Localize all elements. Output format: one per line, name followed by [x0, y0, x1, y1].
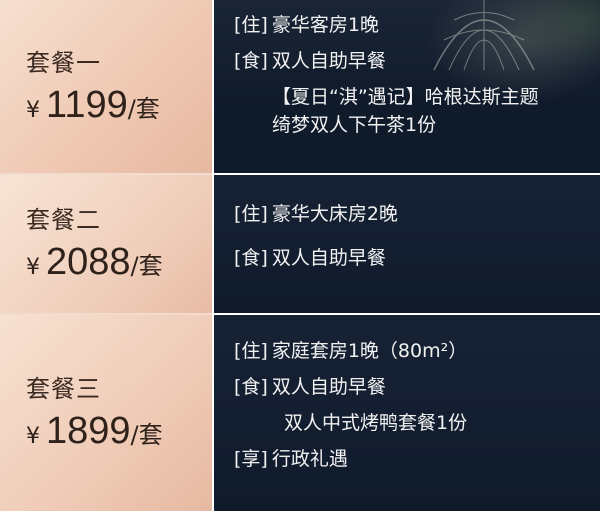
package-2-summary: 套餐二 ¥ 2088 /套	[0, 174, 212, 313]
package-2-price: ¥ 2088 /套	[26, 243, 212, 281]
package-row-1: 套餐一 ¥ 1199 /套 [住] 豪华客房1晚 [食] 双人自助早餐 【夏日“…	[0, 0, 600, 173]
price-unit: /套	[127, 94, 160, 123]
package-3-summary: 套餐三 ¥ 1899 /套	[0, 314, 212, 511]
price-amount: 1899	[46, 410, 131, 453]
package-1-price: ¥ 1199 /套	[26, 86, 212, 124]
currency-symbol: ¥	[26, 255, 40, 280]
item-text: 双人自助早餐	[271, 50, 386, 72]
item-tag: [住]	[234, 202, 268, 225]
item-text: 双人自助早餐	[271, 246, 386, 269]
package-menu: 套餐一 ¥ 1199 /套 [住] 豪华客房1晚 [食] 双人自助早餐 【夏日“…	[0, 0, 600, 511]
package-3-item-food: [食] 双人自助早餐	[234, 374, 580, 400]
item-text: 双人中式烤鸭套餐1份	[284, 411, 468, 434]
package-3-item-stay: [住] 家庭套房1晚（80m²）	[234, 338, 580, 364]
item-tag: [食]	[234, 375, 268, 398]
item-tag: [享]	[234, 447, 268, 470]
package-2-details: [住] 豪华大床房2晚 [食] 双人自助早餐	[214, 174, 600, 313]
price-unit: /套	[130, 252, 163, 280]
item-tag: [住]	[234, 14, 268, 36]
package-3-name: 套餐三	[26, 375, 101, 404]
item-text: 行政礼遇	[271, 447, 348, 470]
item-text: 双人自助早餐	[271, 375, 386, 398]
price-unit: /套	[130, 421, 163, 450]
package-2-item-stay: [住] 豪华大床房2晚	[234, 201, 580, 227]
package-3-item-dinner: 双人中式烤鸭套餐1份	[234, 410, 580, 436]
item-text: 豪华大床房2晚	[271, 202, 398, 225]
price-amount: 2088	[46, 241, 131, 283]
package-2-name: 套餐二	[26, 206, 101, 235]
currency-symbol: ¥	[26, 97, 40, 123]
package-1-summary: 套餐一 ¥ 1199 /套	[0, 0, 212, 173]
package-row-2: 套餐二 ¥ 2088 /套 [住] 豪华大床房2晚 [食] 双人自助早餐	[0, 174, 600, 313]
item-text: 家庭套房1晚（80m²）	[271, 339, 468, 362]
currency-symbol: ¥	[26, 424, 40, 450]
item-tag: [住]	[234, 339, 268, 362]
item-tag: [食]	[234, 246, 268, 269]
price-amount: 1199	[46, 83, 128, 126]
package-1-note-line-2: 绮梦双人下午茶1份	[272, 114, 437, 136]
package-3-item-privilege: [享] 行政礼遇	[234, 446, 580, 472]
item-text: 豪华客房1晚	[271, 14, 379, 36]
package-row-3: 套餐三 ¥ 1899 /套 [住] 家庭套房1晚（80m²） [食] 双人自助早餐 …	[0, 314, 600, 511]
package-1-name: 套餐一	[26, 48, 101, 77]
item-tag: [食]	[234, 50, 268, 72]
pavilion-dome-decoration	[433, 0, 535, 71]
package-2-item-food: [食] 双人自助早餐	[234, 245, 580, 271]
package-3-details: [住] 家庭套房1晚（80m²） [食] 双人自助早餐 双人中式烤鸭套餐1份 [享]…	[214, 314, 600, 511]
package-3-price: ¥ 1899 /套	[26, 412, 212, 450]
package-1-details: [住] 豪华客房1晚 [食] 双人自助早餐 【夏日“淇”遇记】哈根达斯主题 绮梦双人…	[214, 0, 600, 173]
